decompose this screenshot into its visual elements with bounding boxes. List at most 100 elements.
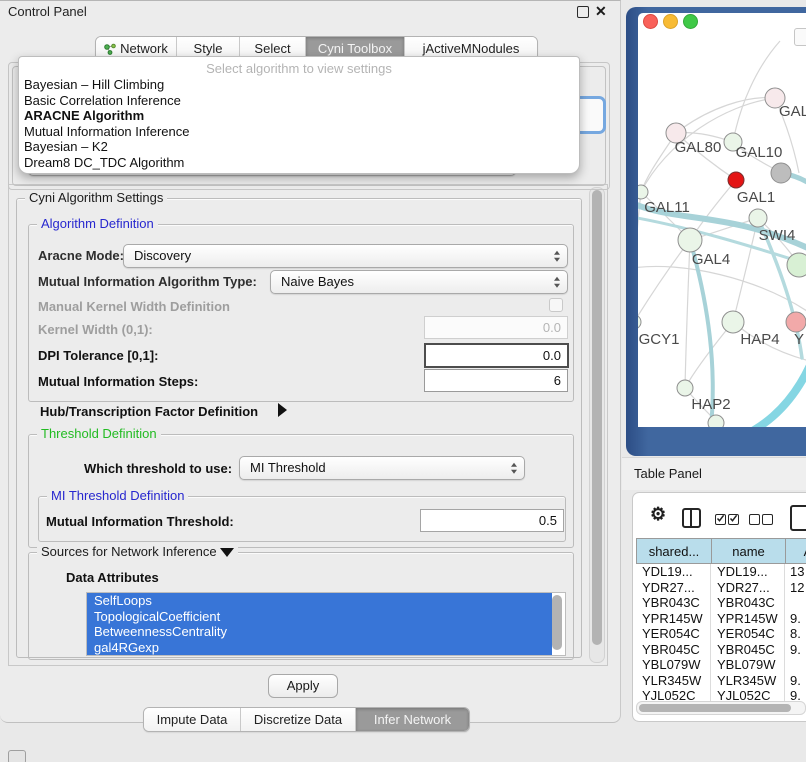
table-row[interactable]: YBR043CYBR043C xyxy=(636,595,806,611)
network-scrollbar-stub[interactable] xyxy=(794,28,806,46)
table-row[interactable]: YDL19...YDL19...13 xyxy=(636,564,806,580)
algorithm-option-bayesian-k2[interactable]: Bayesian – K2 xyxy=(19,139,579,155)
algorithm-option-bayesian-hill-climbing[interactable]: Bayesian – Hill Climbing xyxy=(19,77,579,93)
tab-impute-data[interactable]: Impute Data xyxy=(144,708,241,731)
network-node-y[interactable] xyxy=(786,312,806,332)
zoom-traffic-light[interactable] xyxy=(683,14,698,29)
table-cell: YPR145W xyxy=(711,611,785,627)
aracne-mode-label: Aracne Mode: xyxy=(38,248,124,263)
unchecked-checkbox-icon[interactable] xyxy=(749,514,760,525)
data-attribute-item[interactable]: gal4RGexp xyxy=(87,640,552,656)
network-node-gal1[interactable] xyxy=(728,172,744,188)
table-row[interactable]: YPR145WYPR145W9. xyxy=(636,611,806,627)
which-threshold-combo[interactable]: MI Threshold xyxy=(239,456,525,480)
tab-infer-network[interactable]: Infer Network xyxy=(356,708,469,731)
table-panel-header: Table Panel xyxy=(622,457,806,490)
network-node-gal11[interactable] xyxy=(638,185,648,199)
data-attribute-item[interactable]: TopologicalCoefficient xyxy=(87,609,552,625)
attribute-list-scrollbar-thumb[interactable] xyxy=(552,595,562,650)
mi-type-combo[interactable]: Naive Bayes xyxy=(270,270,568,294)
algorithm-option-aracne-algorithm[interactable]: ARACNE Algorithm xyxy=(19,108,579,124)
table-cell xyxy=(785,595,806,611)
minimize-traffic-light[interactable] xyxy=(663,14,678,29)
manual-kernel-checkbox[interactable] xyxy=(549,298,563,312)
table-cell xyxy=(785,657,806,673)
data-attributes-list: SelfLoopsTopologicalCoefficientBetweenne… xyxy=(86,592,566,656)
tab-label: Discretize Data xyxy=(254,708,342,731)
column-header-shared[interactable]: shared... xyxy=(636,538,712,564)
network-node-gal4[interactable] xyxy=(678,228,702,252)
table-hscrollbar[interactable] xyxy=(636,701,806,715)
network-node-gcy1[interactable] xyxy=(638,315,641,329)
dpi-tolerance-field[interactable]: 0.0 xyxy=(424,343,569,368)
combo-stepper-icon xyxy=(554,277,560,288)
algorithm-option-list: Bayesian – Hill ClimbingBasic Correlatio… xyxy=(19,77,579,170)
dropdown-placeholder: Select algorithm to view settings xyxy=(19,60,579,77)
split-columns-icon[interactable] xyxy=(682,508,701,528)
expand-right-icon[interactable] xyxy=(278,403,287,417)
panel-grip-icon[interactable] xyxy=(8,750,26,762)
data-attributes-label: Data Attributes xyxy=(66,570,159,585)
mi-threshold-field[interactable]: 0.5 xyxy=(420,509,564,532)
close-icon[interactable]: ✕ xyxy=(595,2,607,20)
table-row[interactable]: YER054CYER054C8. xyxy=(636,626,806,642)
aracne-mode-combo[interactable]: Discovery xyxy=(123,244,568,268)
algorithm-definition-title: Algorithm Definition xyxy=(37,216,158,232)
gear-icon[interactable]: ⚙ xyxy=(650,504,666,525)
combo-stepper-icon xyxy=(554,251,560,262)
network-node-swi4[interactable] xyxy=(749,209,767,227)
table-hscrollbar-thumb[interactable] xyxy=(639,704,791,712)
network-node-label: GAL1 xyxy=(737,189,775,206)
network-graph[interactable]: GALGAL80GAL10GAL1SWI4GAL11GAL4GCY1HAP4YH… xyxy=(638,13,806,427)
table-row[interactable]: YDR27...YDR27...12 xyxy=(636,580,806,596)
table-options-icon[interactable] xyxy=(790,505,806,531)
checked-checkbox-icon[interactable] xyxy=(715,514,726,525)
table-row[interactable]: YLR345WYLR345W9. xyxy=(636,673,806,689)
table-row[interactable]: YBL079WYBL079W xyxy=(636,657,806,673)
network-tab-icon xyxy=(104,43,116,55)
table-cell: 9. xyxy=(785,642,806,658)
which-threshold-value: MI Threshold xyxy=(250,457,326,479)
network-node-hap2[interactable] xyxy=(677,380,693,396)
checked-checkbox-icon[interactable] xyxy=(728,514,739,525)
network-node-hap4[interactable] xyxy=(722,311,744,333)
collapse-down-icon[interactable] xyxy=(220,548,234,557)
close-traffic-light[interactable] xyxy=(643,14,658,29)
network-node-label: HAP2 xyxy=(691,396,730,413)
column-header-name[interactable]: name xyxy=(712,538,786,564)
column-header-a[interactable]: A xyxy=(786,538,806,564)
table-cell: YBR043C xyxy=(711,595,785,611)
table-header-row: shared...nameA xyxy=(636,538,806,564)
table-row[interactable]: YBR045CYBR045C9. xyxy=(636,642,806,658)
network-node-label: Y xyxy=(794,331,804,348)
float-window-icon[interactable] xyxy=(577,6,589,18)
screen: Control Panel ✕ NetworkStyleSelectCyni T… xyxy=(0,0,806,762)
network-node-unlabeled[interactable] xyxy=(787,253,806,277)
apply-button[interactable]: Apply xyxy=(268,674,338,698)
table-cell: YLR345W xyxy=(711,673,785,689)
cyni-settings-title: Cyni Algorithm Settings xyxy=(25,190,167,206)
kernel-width-field[interactable]: 0.0 xyxy=(424,316,568,339)
network-node-label: GAL80 xyxy=(675,139,722,156)
data-attribute-item[interactable]: BetweennessCentrality xyxy=(87,624,552,640)
table-cell: YBL079W xyxy=(711,657,785,673)
network-node-unlabeled[interactable] xyxy=(708,415,724,427)
mi-steps-field[interactable]: 6 xyxy=(424,369,568,392)
hub-definition-label: Hub/Transcription Factor Definition xyxy=(40,404,258,419)
table-cell: YBR043C xyxy=(636,595,711,611)
settings-scrollbar-thumb[interactable] xyxy=(592,190,602,645)
algorithm-option-basic-correlation-inference[interactable]: Basic Correlation Inference xyxy=(19,93,579,109)
settings-scrollbar[interactable] xyxy=(589,187,605,663)
data-attribute-item[interactable]: SelfLoops xyxy=(87,593,552,609)
table-cell: YBR045C xyxy=(711,642,785,658)
which-threshold-label: Which threshold to use: xyxy=(84,461,232,476)
tab-discretize-data[interactable]: Discretize Data xyxy=(241,708,356,731)
manual-kernel-label: Manual Kernel Width Definition xyxy=(38,299,230,314)
algorithm-option-mutual-information-inference[interactable]: Mutual Information Inference xyxy=(19,124,579,140)
algorithm-option-dream8-dc-tdc-algorithm[interactable]: Dream8 DC_TDC Algorithm xyxy=(19,155,579,171)
table-body: YDL19...YDL19...13YDR27...YDR27...12YBR0… xyxy=(636,564,806,703)
network-node-unlabeled[interactable] xyxy=(771,163,791,183)
network-node-label: GAL xyxy=(779,103,806,120)
unchecked-checkbox-icon[interactable] xyxy=(762,514,773,525)
mi-type-value: Naive Bayes xyxy=(281,271,354,293)
